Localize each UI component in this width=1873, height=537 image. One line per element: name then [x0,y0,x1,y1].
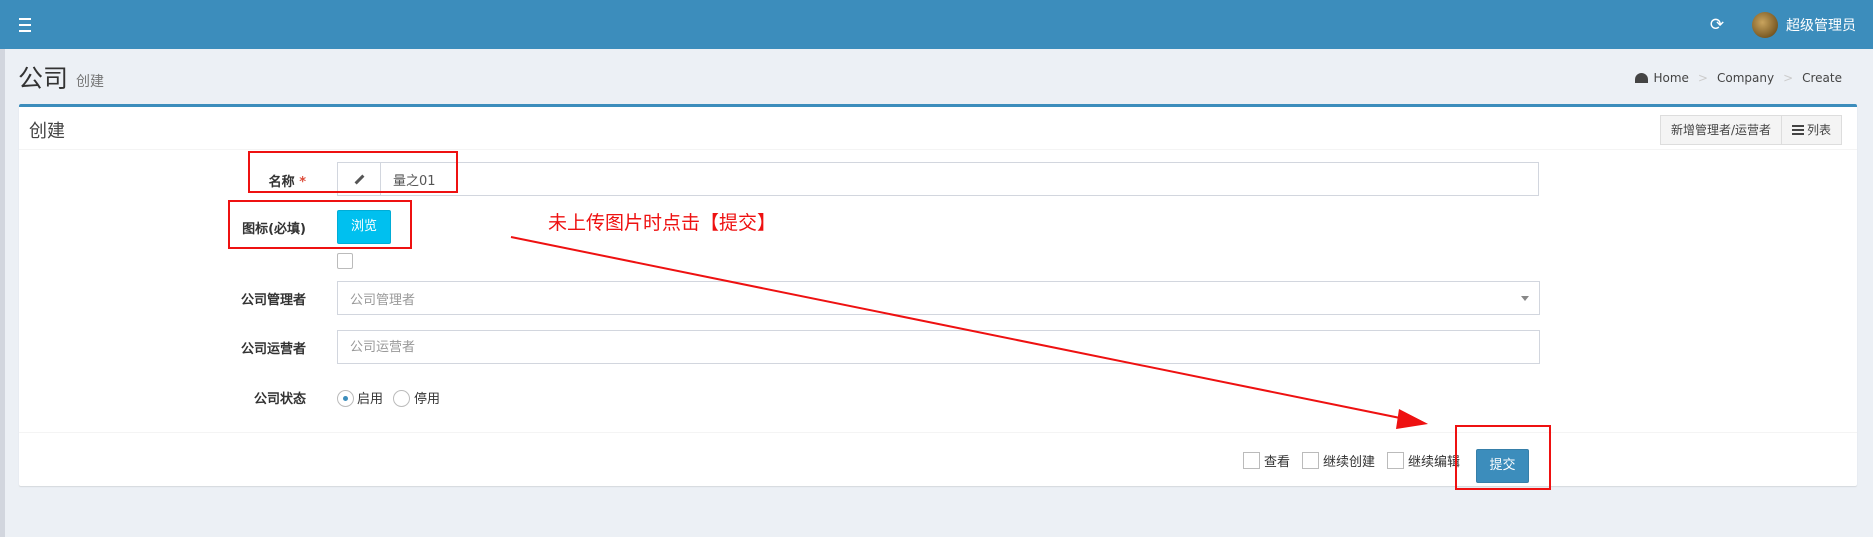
annotation-arrow-icon [510,236,1428,429]
